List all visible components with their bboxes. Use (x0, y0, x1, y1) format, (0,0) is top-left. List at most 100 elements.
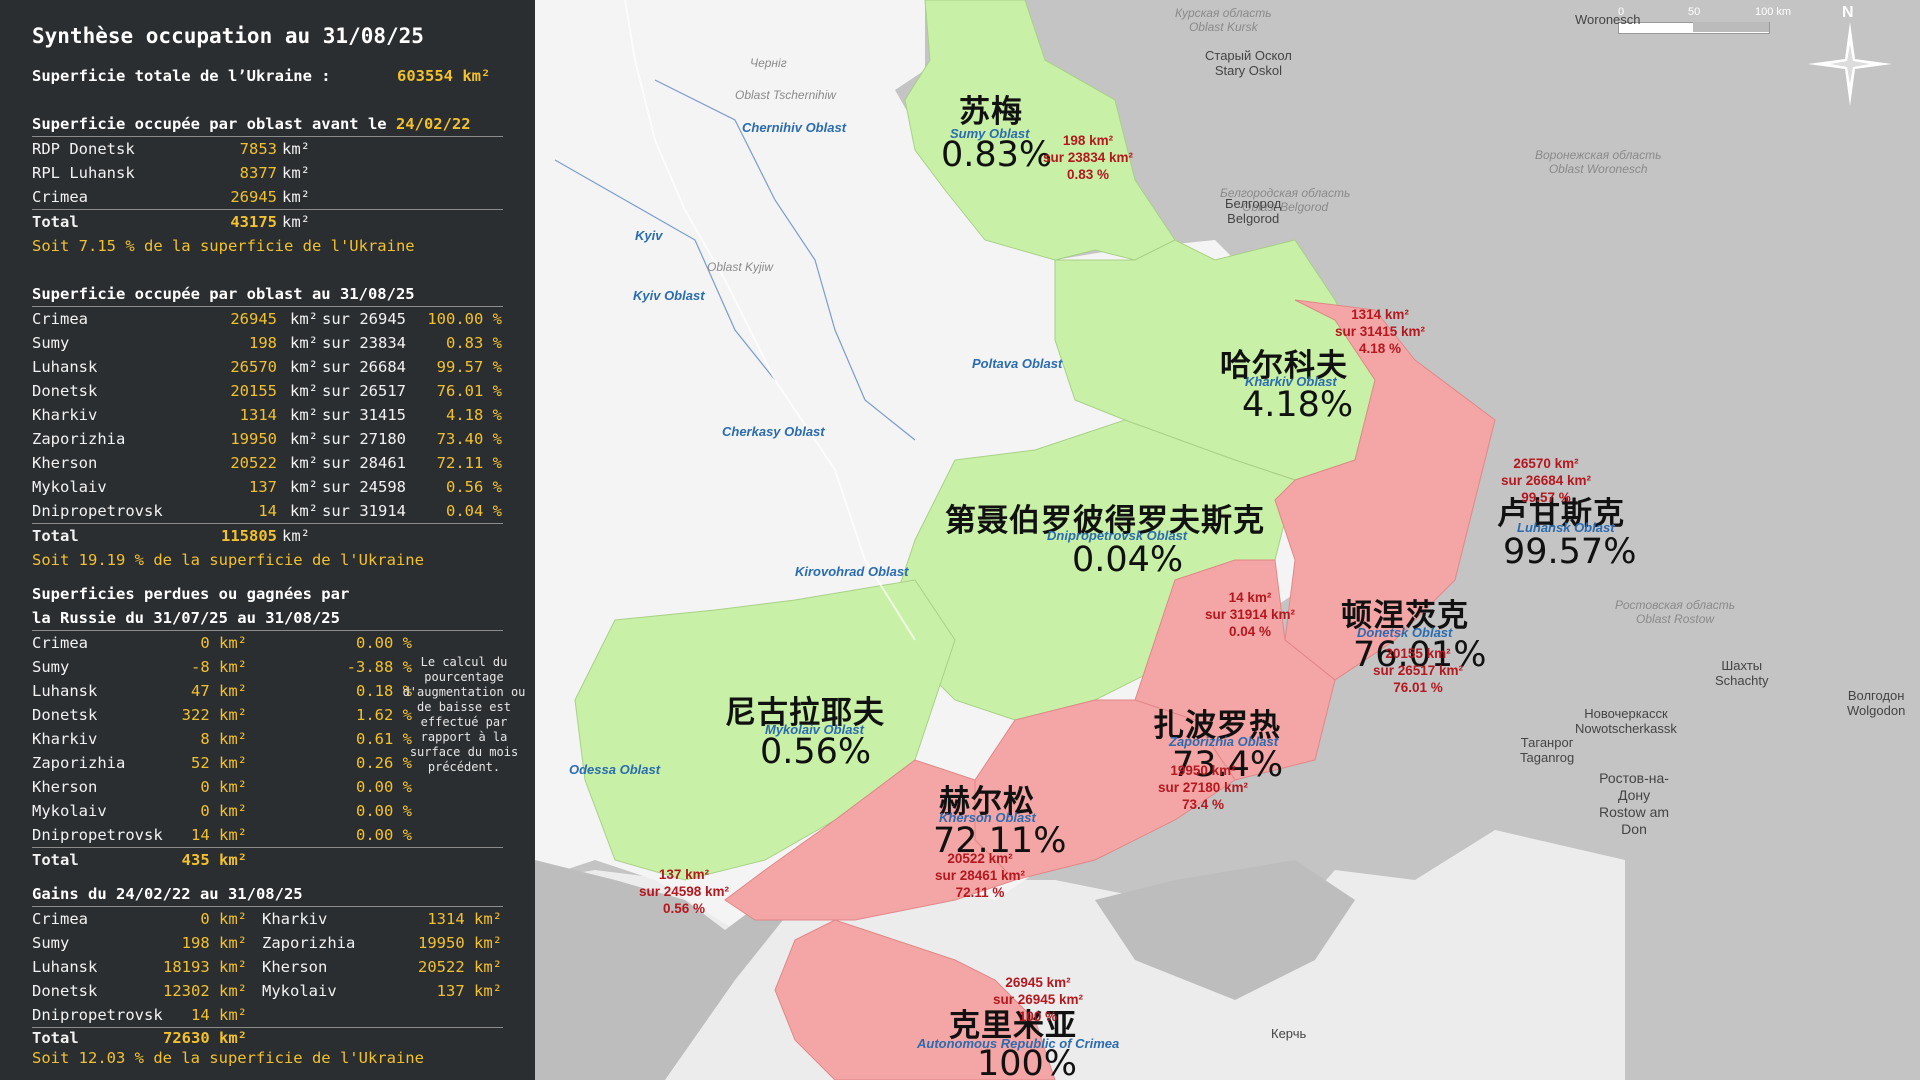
gains-total-label: Total (32, 1029, 79, 1047)
map-shapes (535, 0, 1920, 1080)
current-name: Sumy (32, 334, 70, 352)
current-sur: sur 26517 (322, 382, 406, 400)
current-unit: km² (290, 382, 318, 400)
current-sur: sur 31914 (322, 502, 406, 520)
before-row: RDP Donetsk 7853 km² (32, 137, 503, 161)
gains-row: Sumy 198 km² Zaporizhia 19950 km² (32, 931, 503, 955)
oblast-poltava: Poltava Oblast (972, 356, 1063, 371)
current-name: Luhansk (32, 358, 98, 376)
current-value: 20155 (230, 382, 277, 400)
gains-table: Crimea 0 km² Kharkiv 1314 km² Sumy 198 km² Zap… (32, 907, 503, 1027)
current-total-value: 115805 (221, 527, 277, 545)
current-row: Luhansk 26570 km² sur 26684 99.57 % (32, 355, 503, 379)
current-name: Crimea (32, 310, 88, 328)
summary-panel: Synthèse occupation au 31/08/25 Superfic… (0, 0, 535, 1080)
changes-name: Luhansk (32, 682, 98, 700)
current-sur: sur 27180 (322, 430, 406, 448)
scale-label-100: 100 km (1755, 6, 1792, 18)
current-pct: 72.11 % (436, 454, 502, 472)
current-value: 20522 (230, 454, 277, 472)
before-name: Crimea (32, 188, 88, 206)
oblast-chernihiv: Chernihiv Oblast (742, 120, 847, 135)
changes-value: 0 km² (200, 634, 247, 652)
current-total-label: Total (32, 527, 79, 545)
total-area-row: Superficie totale de l’Ukraine : 603554 … (32, 64, 503, 88)
current-pct: 73.40 % (436, 430, 502, 448)
before-row: RPL Luhansk 8377 km² (32, 161, 503, 185)
changes-pct: 0.00 % (356, 778, 412, 796)
current-row: Kharkiv 1314 km² sur 31415 4.18 % (32, 403, 503, 427)
current-value: 198 (249, 334, 277, 352)
gains-value2: 1314 km² (427, 910, 502, 928)
compass-rose-icon (1808, 22, 1892, 106)
occupation-map[interactable]: 0 50 100 km N Курская область Oblast Kurs… (535, 0, 1920, 1080)
oblast-kyiv: Kyiv Oblast (633, 288, 705, 303)
rostov-oblast-ru: Ростовская область Oblast Rostow (1615, 598, 1736, 626)
before-value: 26945 (230, 188, 277, 206)
chernihiv-local: Черніг (750, 56, 787, 70)
gains-row: Dnipropetrovsk 14 km² (32, 1003, 503, 1027)
scale-label-50: 50 (1688, 6, 1701, 18)
current-row: Sumy 198 km² sur 23834 0.83 % (32, 331, 503, 355)
before-total-label: Total (32, 213, 79, 231)
zaporizhia-red-label: 19950 km² sur 27180 km² 73.4 % (1158, 763, 1249, 812)
current-sur: sur 28461 (322, 454, 406, 472)
changes-value: 322 km² (181, 706, 247, 724)
mykolaiv-pct-label: 0.56% (760, 732, 872, 772)
chernihiv-german: Oblast Tschernihiw (735, 88, 836, 102)
gains-name: Sumy (32, 934, 70, 952)
luhansk-pct-label: 99.57% (1503, 532, 1637, 572)
current-name: Mykolaiv (32, 478, 107, 496)
current-sur: sur 23834 (322, 334, 406, 352)
luhansk-red-label: 26570 km² sur 26684 km² 99.57 % (1501, 456, 1592, 505)
before-header: Superficie occupée par oblast avant le 2… (32, 112, 503, 137)
before-total-unit: km² (282, 213, 310, 231)
dnipro-red-label: 14 km² sur 31914 km² 0.04 % (1205, 590, 1296, 639)
gains-value2: 137 km² (436, 982, 502, 1000)
changes-name: Kharkiv (32, 730, 98, 748)
gains-value: 14 km² (191, 1006, 247, 1024)
changes-value: -8 km² (191, 658, 247, 676)
gains-row: Donetsk 12302 km² Mykolaiv 137 km² (32, 979, 503, 1003)
gains-total-row: Total 72630 km² (32, 1027, 503, 1048)
current-row: Dnipropetrovsk 14 km² sur 31914 0.04 % (32, 499, 503, 523)
current-row: Donetsk 20155 km² sur 26517 76.01 % (32, 379, 503, 403)
oblast-odessa: Odessa Oblast (569, 762, 661, 777)
current-sur: sur 24598 (322, 478, 406, 496)
before-table: RDP Donetsk 7853 km² RPL Luhansk 8377 km² Crim… (32, 137, 503, 209)
current-pct: 4.18 % (446, 406, 502, 424)
current-pct: 0.83 % (446, 334, 502, 352)
before-header-text: Superficie occupée par oblast avant le (32, 115, 387, 133)
sumy-cn-label: 苏梅 (959, 94, 1023, 130)
before-name: RDP Donetsk (32, 140, 135, 158)
current-unit: km² (290, 502, 318, 520)
crimea-red-label: 26945 km² sur 26945 km² 100 % (993, 975, 1084, 1024)
sumy-red-label: 198 km² sur 23834 km² 0.83 % (1043, 133, 1134, 182)
gains-header: Gains du 24/02/22 au 31/08/25 (32, 882, 503, 907)
panel-title: Synthèse occupation au 31/08/25 (32, 24, 424, 48)
current-pct: 99.57 % (436, 358, 502, 376)
current-sur: sur 31415 (322, 406, 406, 424)
current-unit: km² (290, 310, 318, 328)
current-name: Donetsk (32, 382, 98, 400)
city-shakhty: Шахты Schachty (1715, 658, 1769, 688)
total-area-value: 603554 km² (397, 67, 491, 85)
before-name: RPL Luhansk (32, 164, 135, 182)
current-unit: km² (290, 430, 318, 448)
city-novocherkassk: Новочеркасск Nowotscherkassk (1575, 706, 1677, 736)
city-stary-oskol: Старый Оскол Stary Oskol (1205, 48, 1292, 78)
changes-name: Donetsk (32, 706, 98, 724)
gains-row: Crimea 0 km² Kharkiv 1314 km² (32, 907, 503, 931)
changes-name: Kherson (32, 778, 98, 796)
city-volgodonsk: Волгодон Wolgodon (1847, 688, 1906, 718)
gains-name2: Zaporizhia (262, 934, 356, 952)
current-name: Dnipropetrovsk (32, 502, 163, 520)
current-sur: sur 26945 (322, 310, 406, 328)
current-value: 14 (258, 502, 277, 520)
changes-note: Le calcul du pourcentage d'augmentation … (402, 655, 526, 774)
current-value: 19950 (230, 430, 277, 448)
gains-value: 198 km² (181, 934, 247, 952)
gains-summary: Soit 12.03 % de la superficie de l'Ukrai… (32, 1049, 424, 1067)
changes-pct: 0.00 % (356, 802, 412, 820)
current-row: Zaporizhia 19950 km² sur 27180 73.40 % (32, 427, 503, 451)
